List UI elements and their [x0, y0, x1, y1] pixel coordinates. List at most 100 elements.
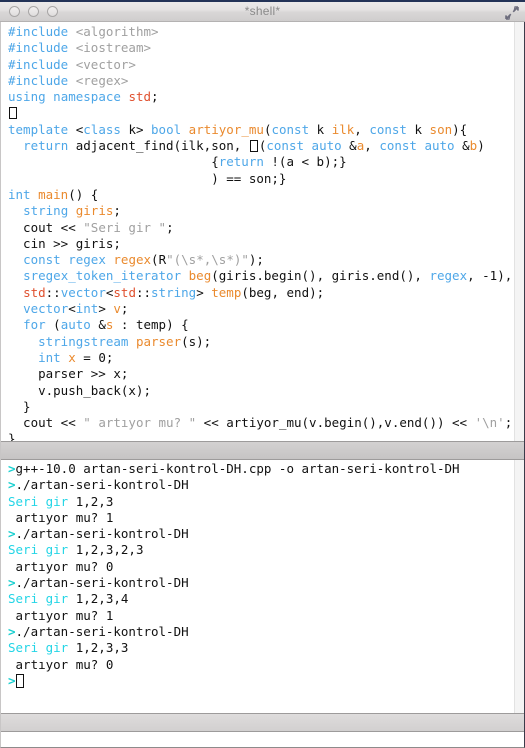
code-token: "Seri gir "	[83, 219, 167, 235]
code-token: class	[83, 121, 121, 137]
code-token: (giris.begin(), giris.end(),	[211, 268, 430, 284]
code-token: cout <<	[8, 415, 84, 431]
code-token: temp	[211, 284, 242, 300]
traffic-light-group	[9, 5, 58, 17]
code-token: std	[23, 284, 46, 300]
code-token: &	[454, 138, 470, 154]
shell-modeline[interactable]: U:**- *shell* Bot (27,1) (Shell:run)	[1, 713, 524, 732]
code-token: string	[151, 284, 197, 300]
code-line: parser >> x;	[8, 366, 514, 382]
code-line: #include <regex>	[8, 73, 514, 89]
code-token: >	[8, 526, 16, 542]
window-titlebar[interactable]: *shell*	[0, 0, 525, 22]
code-token: 1,2,3,3	[75, 640, 129, 656]
code-token: ,	[354, 121, 370, 137]
code-token: ilk	[331, 121, 355, 137]
code-line: const regex regex(R"(\s*,\s*)");	[8, 252, 514, 268]
code-token: const	[266, 138, 305, 154]
code-token: (s);	[181, 333, 212, 349]
code-token: #include	[8, 72, 69, 88]
cpp-source-code[interactable]: #include <algorithm> #include <iostream> #…	[7, 22, 514, 441]
code-token: string	[23, 203, 69, 219]
shell-scrollbar[interactable]	[514, 460, 524, 713]
code-token: artiyor_mu	[188, 121, 264, 137]
code-text-area[interactable]: #include <algorithm> #include <iostream> #…	[1, 22, 524, 441]
code-token: "(\s*,\s*)"	[166, 252, 249, 268]
code-token: ;	[151, 89, 159, 105]
code-line: }	[8, 399, 514, 415]
code-line: cin >> giris;	[8, 236, 514, 252]
code-token: ) == son;}	[8, 170, 287, 186]
code-token: std	[113, 284, 136, 300]
shell-line: >./artan-seri-kontrol-DH	[8, 477, 514, 493]
shell-line: artıyor mu? 1	[8, 608, 514, 624]
code-token: <	[68, 121, 84, 137]
code-line: #include <vector>	[8, 57, 514, 73]
code-token: template	[8, 121, 69, 137]
code-token: , -1),	[467, 268, 513, 284]
zoom-button[interactable]	[47, 5, 58, 17]
code-token: : temp) {	[113, 317, 189, 333]
code-token: << artiyor_mu(v.begin(),v.end()) <<	[196, 415, 475, 431]
code-line: using namespace std;	[8, 89, 514, 105]
shell-line: Seri gir 1,2,3,3	[8, 640, 514, 656]
code-line: int x = 0;	[8, 350, 514, 366]
shell-line: >./artan-seri-kontrol-DH	[8, 624, 514, 640]
code-token: artıyor mu? 0	[8, 656, 114, 672]
shell-text-area[interactable]: >g++-10.0 artan-seri-kontrol-DH.cpp -o a…	[1, 460, 524, 713]
shell-line: Seri gir 1,2,3,4	[8, 591, 514, 607]
close-button[interactable]	[9, 5, 20, 17]
code-scrollbar[interactable]	[514, 22, 524, 441]
code-line: #include <algorithm>	[8, 24, 514, 40]
code-token: {	[8, 154, 219, 170]
code-token: >	[8, 672, 16, 688]
minimize-button[interactable]	[28, 5, 39, 17]
code-token: ){	[452, 121, 468, 137]
code-token: int	[38, 349, 61, 365]
missing-glyph-icon	[9, 107, 17, 120]
code-token: k	[309, 121, 332, 137]
code-token: >	[196, 284, 212, 300]
code-line: }	[8, 431, 514, 441]
code-token: sregex_token_iterator	[23, 268, 182, 284]
shell-line: >./artan-seri-kontrol-DH	[8, 575, 514, 591]
code-line: #include <iostream>	[8, 40, 514, 56]
code-token: " artıyor mu? "	[83, 415, 197, 431]
code-token: >	[8, 623, 16, 639]
code-token: using	[8, 89, 46, 105]
code-token: vector	[60, 284, 106, 300]
code-token: auto	[311, 138, 342, 154]
code-token: int	[75, 301, 99, 317]
code-token: 1,2,3,2,3	[75, 542, 144, 558]
code-token: vector	[23, 301, 69, 317]
code-buffer-window: #include <algorithm> #include <iostream> #…	[1, 22, 524, 460]
code-token: const	[23, 252, 61, 268]
code-token: );	[248, 252, 264, 268]
code-line: cout << " artıyor mu? " << artiyor_mu(v.…	[8, 415, 514, 431]
code-token: regex	[429, 268, 468, 284]
code-token: k>	[120, 121, 152, 137]
code-line: std::vector<std::string> temp(beg, end);	[8, 285, 514, 301]
code-token: <regex>	[75, 72, 129, 88]
code-modeline[interactable]: U:--- artan-seri-kontrol-DH.cpp All (6,0…	[1, 441, 524, 460]
code-token: <vector>	[75, 56, 136, 72]
code-token: ./artan-seri-kontrol-DH	[15, 575, 189, 591]
fullscreen-arrows-icon[interactable]	[505, 5, 519, 20]
code-token: artıyor mu? 0	[8, 558, 114, 574]
code-token: (beg, end);	[241, 284, 325, 300]
code-token: Seri gir	[8, 591, 76, 607]
code-token: ./artan-seri-kontrol-DH	[15, 477, 189, 493]
shell-output[interactable]: >g++-10.0 artan-seri-kontrol-DH.cpp -o a…	[7, 460, 514, 713]
code-token: >	[8, 477, 16, 493]
missing-glyph-icon	[249, 140, 258, 153]
